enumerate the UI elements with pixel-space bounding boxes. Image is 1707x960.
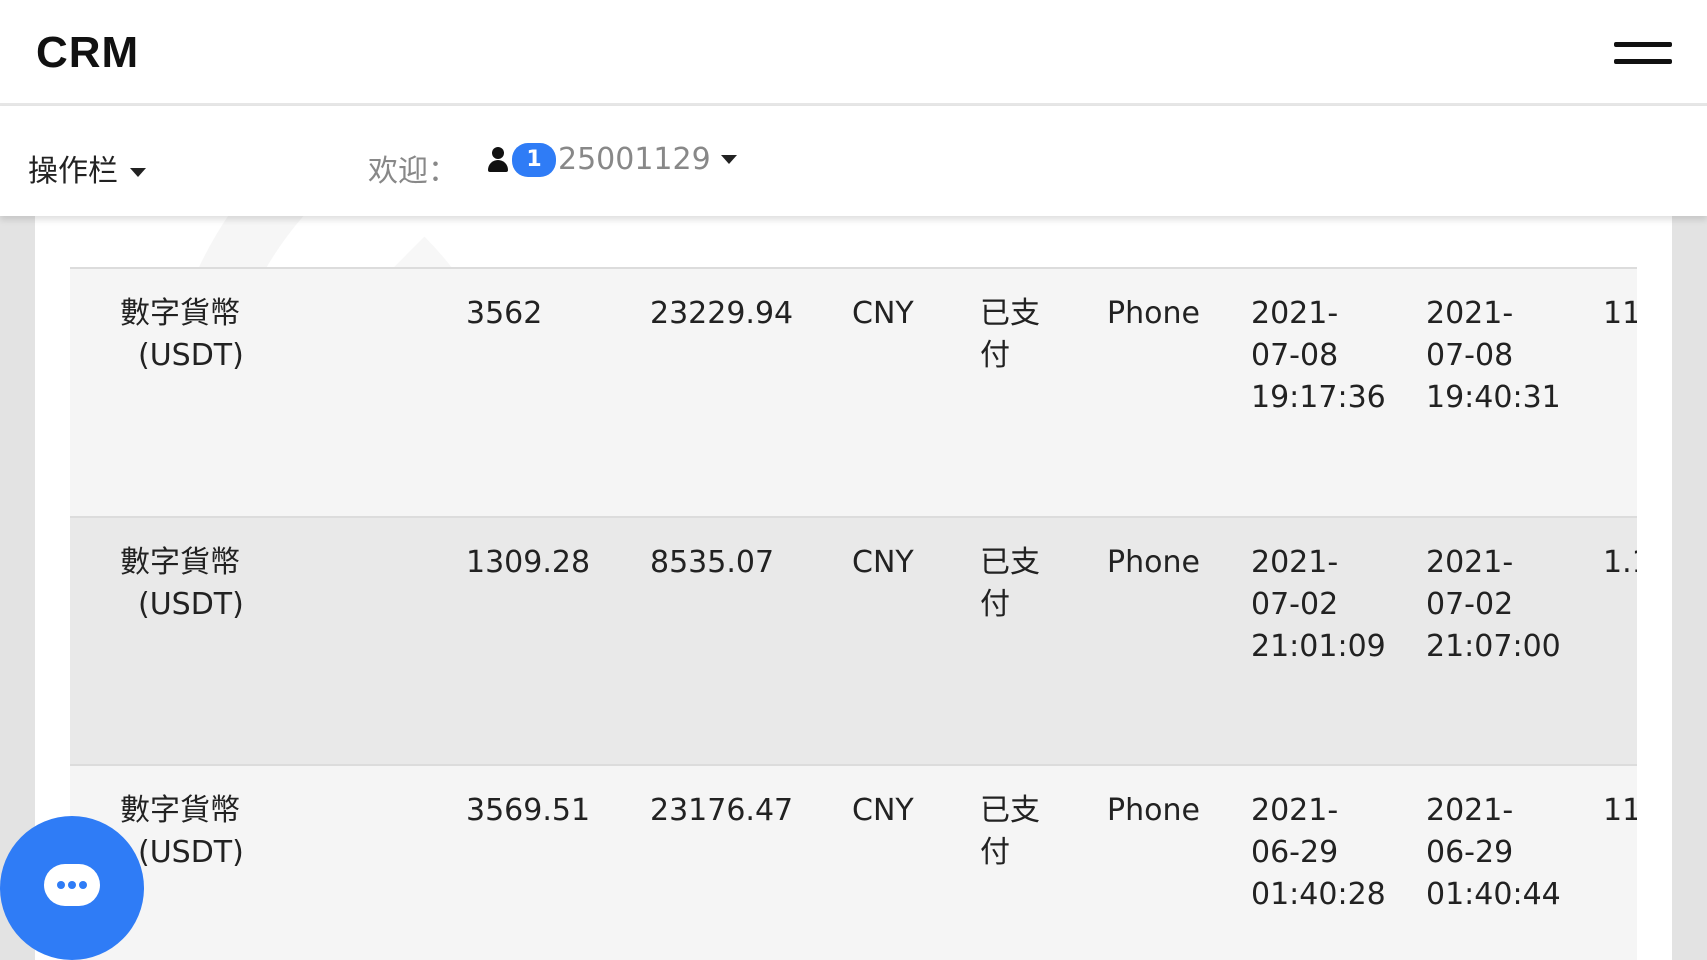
payment-method: 數字貨幣 (USDT) [120, 293, 244, 377]
created-time: 2021- 07-08 19:17:36 [1251, 293, 1386, 419]
extra-value: 1.1 [1603, 545, 1637, 580]
completed-month-day: 06-29 [1426, 835, 1514, 870]
device: Phone [1107, 545, 1200, 580]
created-month-day: 07-02 [1251, 587, 1339, 622]
status: 已支付 [980, 293, 1040, 377]
currency: CNY [852, 545, 914, 580]
converted-amount: 8535.07 [650, 545, 775, 580]
completed-year: 2021- [1426, 296, 1514, 331]
converted-amount: 23176.47 [650, 793, 794, 828]
payment-method-code: (USDT) [138, 338, 244, 373]
created-time: 2021- 06-29 01:40:28 [1251, 790, 1386, 916]
user-menu[interactable]: 1 25001129 [486, 142, 737, 177]
operations-menu-label: 操作栏 [28, 154, 118, 189]
status-line-2: 付 [980, 587, 1010, 622]
completed-time: 2021- 07-08 19:40:31 [1426, 293, 1561, 419]
currency: CNY [852, 296, 914, 331]
chevron-down-icon [130, 168, 146, 177]
completed-month-day: 07-02 [1426, 587, 1514, 622]
status: 已支付 [980, 790, 1040, 874]
app-logo[interactable]: CRM [36, 28, 139, 78]
amount: 1309.28 [466, 545, 591, 580]
payment-method-name: 數字貨幣 [120, 296, 240, 331]
toolbar: 操作栏 欢迎： 1 25001129 [0, 106, 1707, 216]
completed-year: 2021- [1426, 545, 1514, 580]
amount: 3562 [466, 296, 543, 331]
extra-value: 11 [1603, 793, 1637, 828]
created-month-day: 07-08 [1251, 338, 1339, 373]
user-icon [486, 145, 510, 175]
completed-time: 2021- 07-02 21:07:00 [1426, 542, 1561, 668]
device: Phone [1107, 793, 1200, 828]
created-year: 2021- [1251, 296, 1339, 331]
user-badge: 1 [512, 142, 556, 177]
welcome-label: 欢迎： [368, 154, 458, 189]
completed-year: 2021- [1426, 793, 1514, 828]
completed-clock: 19:40:31 [1426, 380, 1561, 415]
device: Phone [1107, 296, 1200, 331]
currency: CNY [852, 793, 914, 828]
chat-button[interactable] [0, 816, 144, 960]
completed-month-day: 07-08 [1426, 338, 1514, 373]
hamburger-menu-icon[interactable] [1614, 42, 1672, 66]
chat-bubble-icon [44, 864, 100, 906]
status-line-2: 付 [980, 338, 1010, 373]
converted-amount: 23229.94 [650, 296, 794, 331]
payment-method-code: (USDT) [138, 587, 244, 622]
payment-method-name: 數字貨幣 [120, 793, 240, 828]
payment-method: 數字貨幣 (USDT) [120, 542, 244, 626]
status-line-1: 已支 [980, 545, 1040, 580]
created-clock: 21:01:09 [1251, 629, 1386, 664]
payment-method-name: 數字貨幣 [120, 545, 240, 580]
status-line-2: 付 [980, 835, 1010, 870]
created-month-day: 06-29 [1251, 835, 1339, 870]
created-time: 2021- 07-02 21:01:09 [1251, 542, 1386, 668]
status-line-1: 已支 [980, 296, 1040, 331]
table-row[interactable]: 數字貨幣 (USDT) 1309.28 8535.07 CNY 已支付 Phone… [70, 516, 1637, 766]
completed-time: 2021- 06-29 01:40:44 [1426, 790, 1561, 916]
user-id: 25001129 [558, 142, 711, 177]
created-clock: 01:40:28 [1251, 877, 1386, 912]
table-row[interactable]: 數字貨幣 (USDT) 3569.51 23176.47 CNY 已支付 Phon… [70, 764, 1637, 960]
created-year: 2021- [1251, 793, 1339, 828]
created-clock: 19:17:36 [1251, 380, 1386, 415]
operations-menu[interactable]: 操作栏 [28, 146, 146, 190]
completed-clock: 21:07:00 [1426, 629, 1561, 664]
extra-value: 11 [1603, 296, 1637, 331]
created-year: 2021- [1251, 545, 1339, 580]
chevron-down-icon [720, 155, 737, 164]
status: 已支付 [980, 542, 1040, 626]
status-line-1: 已支 [980, 793, 1040, 828]
table-row[interactable]: 數字貨幣 (USDT) 3562 23229.94 CNY 已支付 Phone 2… [70, 267, 1637, 517]
amount: 3569.51 [466, 793, 591, 828]
completed-clock: 01:40:44 [1426, 877, 1561, 912]
top-app-bar: CRM [0, 0, 1707, 106]
